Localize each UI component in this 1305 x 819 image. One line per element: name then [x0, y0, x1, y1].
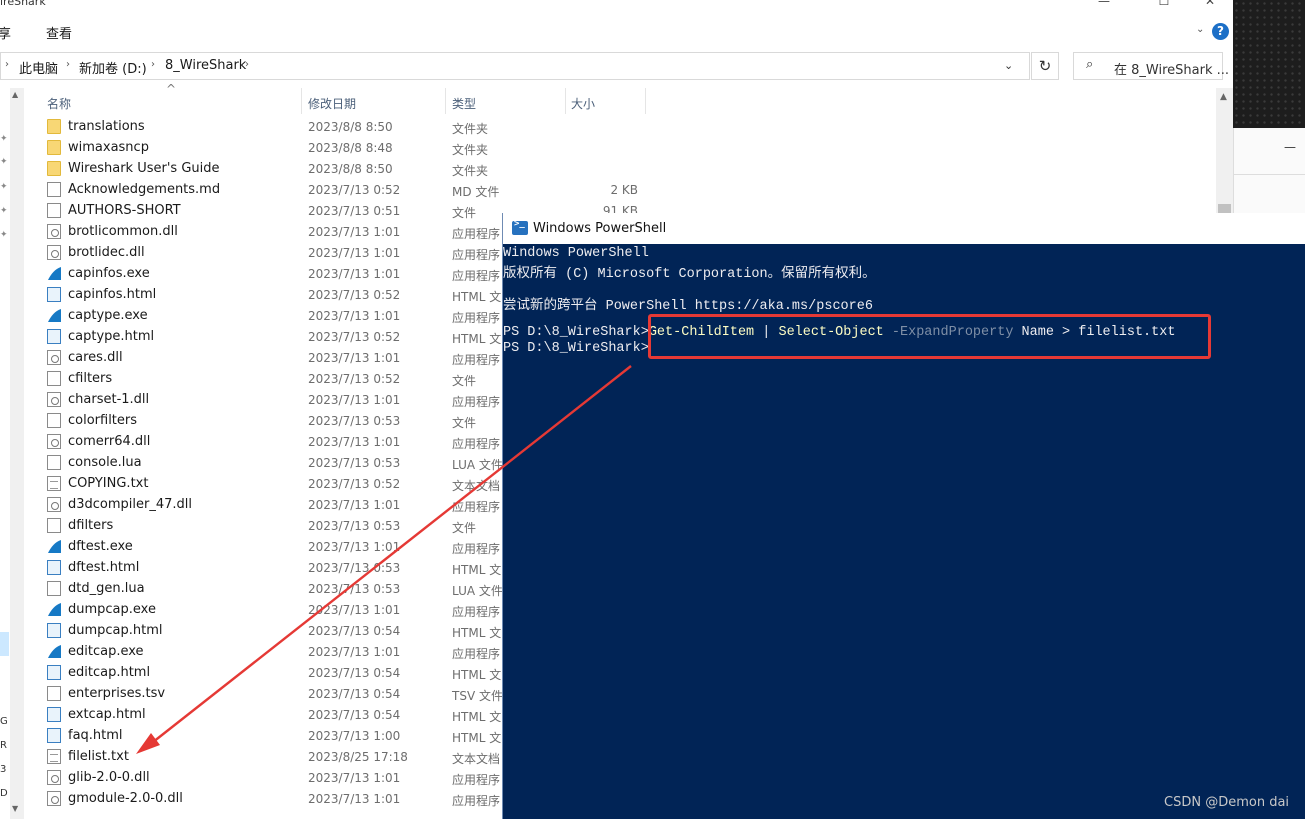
annotation-arrowhead — [136, 733, 160, 754]
watermark: CSDN @Demon dai — [1164, 795, 1290, 810]
annotation-arrow-line — [147, 365, 632, 747]
annotation-arrow — [136, 365, 632, 754]
